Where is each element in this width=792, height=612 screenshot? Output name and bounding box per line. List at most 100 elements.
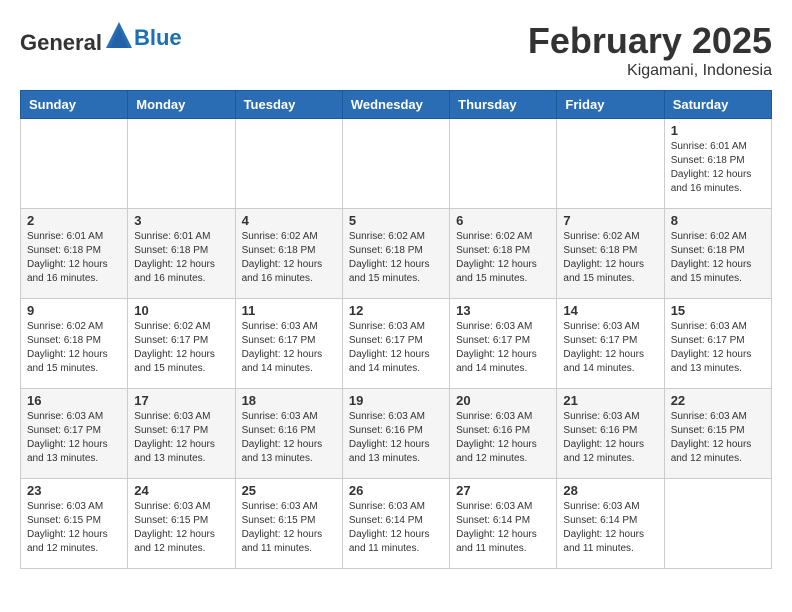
day-cell: 11 Sunrise: 6:03 AM Sunset: 6:17 PM Dayli… [235, 299, 342, 389]
day-info: Sunrise: 6:03 AM Sunset: 6:17 PM Dayligh… [563, 320, 657, 376]
day-cell: 20 Sunrise: 6:03 AM Sunset: 6:16 PM Dayli… [450, 389, 557, 479]
day-number: 16 [27, 393, 121, 408]
day-cell: 10 Sunrise: 6:02 AM Sunset: 6:17 PM Dayli… [128, 299, 235, 389]
page-header: General Blue February 2025 Kigamani, Ind… [20, 20, 772, 80]
day-number: 11 [242, 303, 336, 318]
weekday-header-tuesday: Tuesday [235, 91, 342, 119]
day-number: 1 [671, 123, 765, 138]
day-info: Sunrise: 6:03 AM Sunset: 6:17 PM Dayligh… [349, 320, 443, 376]
day-cell: 14 Sunrise: 6:03 AM Sunset: 6:17 PM Dayli… [557, 299, 664, 389]
title-block: February 2025 Kigamani, Indonesia [528, 20, 772, 80]
day-cell [342, 119, 449, 209]
weekday-header-row: SundayMondayTuesdayWednesdayThursdayFrid… [21, 91, 772, 119]
day-info: Sunrise: 6:03 AM Sunset: 6:14 PM Dayligh… [349, 500, 443, 556]
day-cell: 25 Sunrise: 6:03 AM Sunset: 6:15 PM Dayli… [235, 479, 342, 569]
day-info: Sunrise: 6:03 AM Sunset: 6:17 PM Dayligh… [456, 320, 550, 376]
day-number: 28 [563, 483, 657, 498]
location-title: Kigamani, Indonesia [528, 62, 772, 80]
day-number: 13 [456, 303, 550, 318]
day-info: Sunrise: 6:01 AM Sunset: 6:18 PM Dayligh… [671, 140, 765, 196]
day-cell [664, 479, 771, 569]
day-info: Sunrise: 6:03 AM Sunset: 6:14 PM Dayligh… [563, 500, 657, 556]
weekday-header-wednesday: Wednesday [342, 91, 449, 119]
weekday-header-friday: Friday [557, 91, 664, 119]
day-cell [128, 119, 235, 209]
logo-general: General [20, 30, 102, 55]
day-cell [557, 119, 664, 209]
day-cell: 13 Sunrise: 6:03 AM Sunset: 6:17 PM Dayli… [450, 299, 557, 389]
day-cell: 24 Sunrise: 6:03 AM Sunset: 6:15 PM Dayli… [128, 479, 235, 569]
day-info: Sunrise: 6:03 AM Sunset: 6:17 PM Dayligh… [134, 410, 228, 466]
day-number: 25 [242, 483, 336, 498]
day-cell: 26 Sunrise: 6:03 AM Sunset: 6:14 PM Dayli… [342, 479, 449, 569]
weekday-header-sunday: Sunday [21, 91, 128, 119]
day-info: Sunrise: 6:03 AM Sunset: 6:15 PM Dayligh… [242, 500, 336, 556]
day-number: 9 [27, 303, 121, 318]
day-info: Sunrise: 6:03 AM Sunset: 6:17 PM Dayligh… [27, 410, 121, 466]
week-row-2: 2 Sunrise: 6:01 AM Sunset: 6:18 PM Daylig… [21, 209, 772, 299]
day-cell: 6Sunrise: 6:02 AM Sunset: 6:18 PM Daylig… [450, 209, 557, 299]
day-info: Sunrise: 6:03 AM Sunset: 6:15 PM Dayligh… [134, 500, 228, 556]
day-cell: 23Sunrise: 6:03 AM Sunset: 6:15 PM Dayli… [21, 479, 128, 569]
day-number: 7 [563, 213, 657, 228]
day-cell: 5Sunrise: 6:02 AM Sunset: 6:18 PM Daylig… [342, 209, 449, 299]
week-row-3: 9 Sunrise: 6:02 AM Sunset: 6:18 PM Daylig… [21, 299, 772, 389]
day-cell: 4 Sunrise: 6:02 AM Sunset: 6:18 PM Daylig… [235, 209, 342, 299]
day-number: 2 [27, 213, 121, 228]
day-number: 14 [563, 303, 657, 318]
day-info: Sunrise: 6:01 AM Sunset: 6:18 PM Dayligh… [134, 230, 228, 286]
weekday-header-monday: Monday [128, 91, 235, 119]
day-number: 17 [134, 393, 228, 408]
day-info: Sunrise: 6:02 AM Sunset: 6:18 PM Dayligh… [349, 230, 443, 286]
day-cell: 1 Sunrise: 6:01 AM Sunset: 6:18 PM Daylig… [664, 119, 771, 209]
calendar-table: SundayMondayTuesdayWednesdayThursdayFrid… [20, 90, 772, 569]
day-number: 15 [671, 303, 765, 318]
day-info: Sunrise: 6:02 AM Sunset: 6:18 PM Dayligh… [242, 230, 336, 286]
day-cell: 2 Sunrise: 6:01 AM Sunset: 6:18 PM Daylig… [21, 209, 128, 299]
day-cell: 22Sunrise: 6:03 AM Sunset: 6:15 PM Dayli… [664, 389, 771, 479]
day-cell: 18 Sunrise: 6:03 AM Sunset: 6:16 PM Dayli… [235, 389, 342, 479]
day-cell: 16 Sunrise: 6:03 AM Sunset: 6:17 PM Dayli… [21, 389, 128, 479]
day-cell: 27Sunrise: 6:03 AM Sunset: 6:14 PM Dayli… [450, 479, 557, 569]
day-info: Sunrise: 6:02 AM Sunset: 6:18 PM Dayligh… [563, 230, 657, 286]
logo: General Blue [20, 20, 182, 56]
day-info: Sunrise: 6:03 AM Sunset: 6:17 PM Dayligh… [671, 320, 765, 376]
day-cell: 17 Sunrise: 6:03 AM Sunset: 6:17 PM Dayli… [128, 389, 235, 479]
weekday-header-saturday: Saturday [664, 91, 771, 119]
day-number: 26 [349, 483, 443, 498]
day-info: Sunrise: 6:03 AM Sunset: 6:15 PM Dayligh… [671, 410, 765, 466]
day-cell [21, 119, 128, 209]
day-cell [450, 119, 557, 209]
week-row-5: 23Sunrise: 6:03 AM Sunset: 6:15 PM Dayli… [21, 479, 772, 569]
day-info: Sunrise: 6:03 AM Sunset: 6:17 PM Dayligh… [242, 320, 336, 376]
day-cell: 9 Sunrise: 6:02 AM Sunset: 6:18 PM Daylig… [21, 299, 128, 389]
day-number: 12 [349, 303, 443, 318]
day-cell: 21 Sunrise: 6:03 AM Sunset: 6:16 PM Dayli… [557, 389, 664, 479]
day-number: 4 [242, 213, 336, 228]
day-cell: 7 Sunrise: 6:02 AM Sunset: 6:18 PM Daylig… [557, 209, 664, 299]
day-info: Sunrise: 6:02 AM Sunset: 6:18 PM Dayligh… [456, 230, 550, 286]
day-cell: 8Sunrise: 6:02 AM Sunset: 6:18 PM Daylig… [664, 209, 771, 299]
day-info: Sunrise: 6:03 AM Sunset: 6:16 PM Dayligh… [456, 410, 550, 466]
day-cell: 15 Sunrise: 6:03 AM Sunset: 6:17 PM Dayli… [664, 299, 771, 389]
day-info: Sunrise: 6:02 AM Sunset: 6:17 PM Dayligh… [134, 320, 228, 376]
day-number: 19 [349, 393, 443, 408]
day-info: Sunrise: 6:03 AM Sunset: 6:16 PM Dayligh… [242, 410, 336, 466]
weekday-header-thursday: Thursday [450, 91, 557, 119]
day-info: Sunrise: 6:01 AM Sunset: 6:18 PM Dayligh… [27, 230, 121, 286]
day-info: Sunrise: 6:03 AM Sunset: 6:14 PM Dayligh… [456, 500, 550, 556]
day-cell [235, 119, 342, 209]
week-row-4: 16 Sunrise: 6:03 AM Sunset: 6:17 PM Dayli… [21, 389, 772, 479]
day-info: Sunrise: 6:03 AM Sunset: 6:16 PM Dayligh… [349, 410, 443, 466]
day-number: 24 [134, 483, 228, 498]
logo-blue: Blue [134, 25, 182, 51]
day-cell: 28 Sunrise: 6:03 AM Sunset: 6:14 PM Dayli… [557, 479, 664, 569]
day-info: Sunrise: 6:02 AM Sunset: 6:18 PM Dayligh… [671, 230, 765, 286]
day-number: 21 [563, 393, 657, 408]
day-info: Sunrise: 6:02 AM Sunset: 6:18 PM Dayligh… [27, 320, 121, 376]
day-number: 20 [456, 393, 550, 408]
day-number: 18 [242, 393, 336, 408]
day-info: Sunrise: 6:03 AM Sunset: 6:16 PM Dayligh… [563, 410, 657, 466]
day-number: 10 [134, 303, 228, 318]
day-cell: 12 Sunrise: 6:03 AM Sunset: 6:17 PM Dayli… [342, 299, 449, 389]
